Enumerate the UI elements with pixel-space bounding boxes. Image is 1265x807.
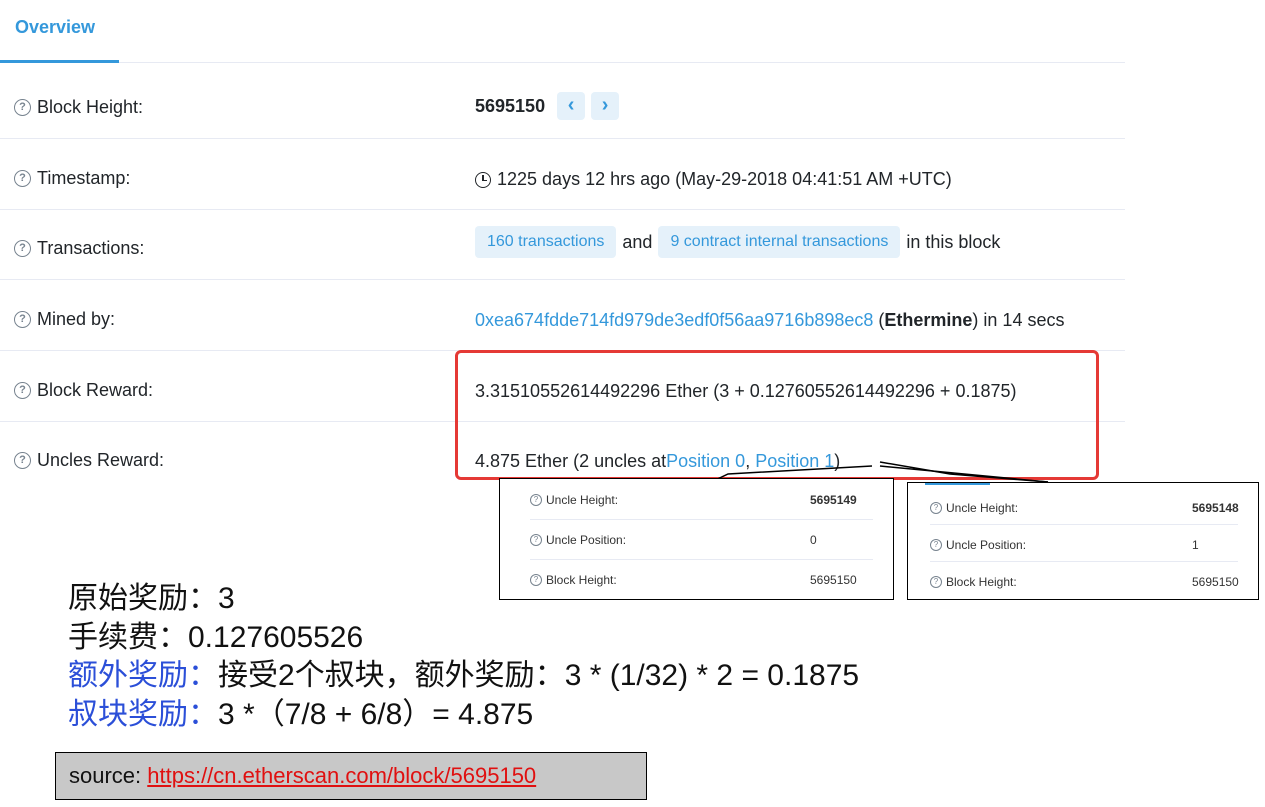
- source-label: source:: [69, 763, 148, 788]
- uncle-popup-row: ? Uncle Height: 5695149: [530, 479, 873, 520]
- uncle-block-link[interactable]: 5695150: [1192, 575, 1239, 589]
- help-icon[interactable]: ?: [530, 534, 542, 546]
- note-line-base-reward: 原始奖励：3: [68, 582, 235, 615]
- uncle-popup-row: ? Uncle Position: 1: [930, 524, 1238, 562]
- help-icon[interactable]: ?: [930, 502, 942, 514]
- uncle-position-value: 1: [1192, 538, 1199, 552]
- help-icon[interactable]: ?: [930, 539, 942, 551]
- uncle-popup-1: ? Uncle Height: 5695148 ? Uncle Position: …: [907, 482, 1259, 600]
- uncle-popup-row: ? Uncle Position: 0: [530, 519, 873, 560]
- note-line-fee: 手续费：0.127605526: [68, 620, 364, 654]
- source-link[interactable]: https://cn.etherscan.com/block/5695150: [147, 763, 536, 788]
- reward-notes: 原始奖励：3 手续费：0.127605526 额外奖励：接受2个叔块，额外奖励：…: [68, 580, 859, 734]
- uncle-height-value: 5695149: [810, 493, 857, 507]
- note-line-extra-reward: 额外奖励：接受2个叔块，额外奖励：3 * (1/32) * 2 = 0.1875: [68, 659, 860, 692]
- uncle-popup-row: ? Block Height: 5695150: [930, 561, 1239, 598]
- popup-tab-indicator: [925, 483, 990, 485]
- uncle-height-value: 5695148: [1192, 501, 1239, 515]
- uncle-popup-row: ? Uncle Height: 5695148: [930, 487, 1239, 525]
- help-icon[interactable]: ?: [530, 494, 542, 506]
- note-line-uncle-reward: 叔块奖励：3 *（7/8 + 6/8）= 4.875: [68, 697, 534, 731]
- uncle-position-value: 0: [810, 533, 817, 547]
- help-icon[interactable]: ?: [930, 576, 942, 588]
- callout-pointer-1b: [879, 465, 1049, 483]
- source-box: source: https://cn.etherscan.com/block/5…: [55, 752, 647, 800]
